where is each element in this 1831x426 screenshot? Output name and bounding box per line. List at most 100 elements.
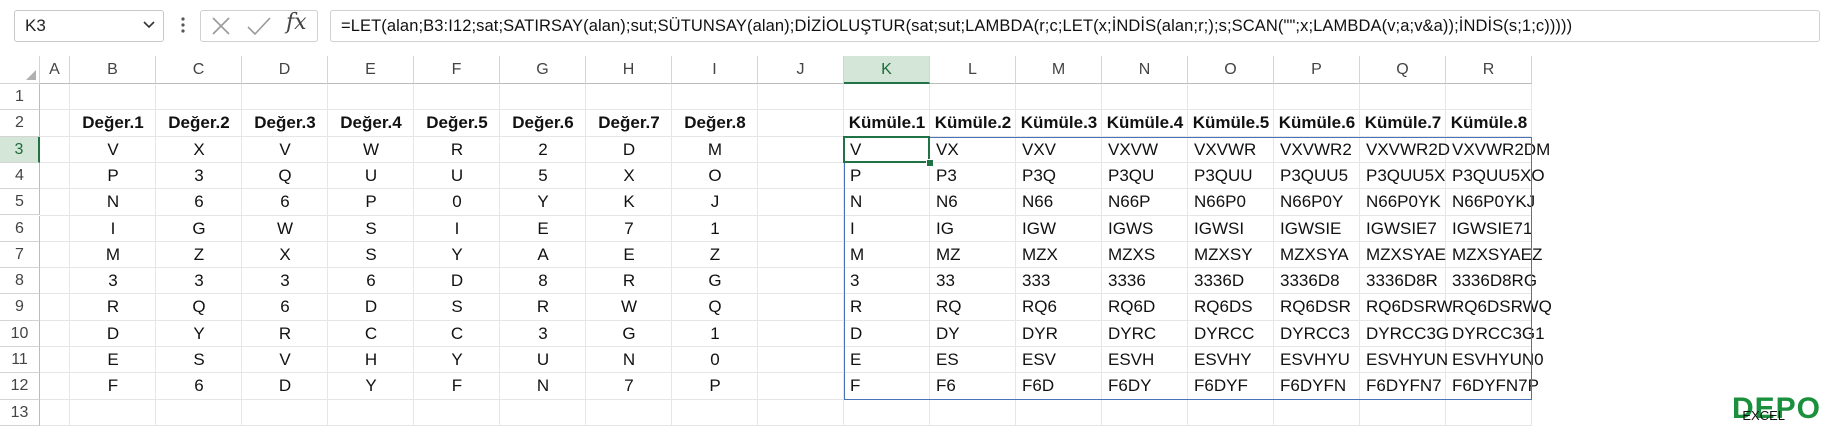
worksheet-grid[interactable]: A B C D E F G H I J K L M N O P Q R 1 2 3 4 5 6 7 8 9 10 11 12 13 Değer… — [0, 56, 1831, 426]
cumulative-cell[interactable]: IGWSI — [1188, 216, 1274, 242]
cumulative-cell[interactable]: M — [844, 242, 930, 268]
cumulative-cell[interactable]: MZXSYA — [1274, 242, 1360, 268]
value-cell[interactable]: R — [242, 321, 328, 347]
value-cell[interactable]: 1 — [672, 216, 758, 242]
cumulative-cell[interactable]: N66P0 — [1188, 189, 1274, 215]
cumulative-cell[interactable]: F6DY — [1102, 373, 1188, 399]
column-header-e[interactable]: E — [328, 56, 414, 84]
cumulative-cell[interactable]: I — [844, 216, 930, 242]
cumulative-cell[interactable]: DYR — [1016, 321, 1102, 347]
value-cell[interactable]: S — [328, 216, 414, 242]
column-header-l[interactable]: L — [930, 56, 1016, 84]
column-header-p[interactable]: P — [1274, 56, 1360, 84]
cumulative-header-cell[interactable]: Kümüle.3 — [1016, 110, 1102, 136]
cumulative-cell[interactable]: N66P0YKJ — [1446, 189, 1535, 215]
name-box[interactable]: K3 — [14, 10, 164, 42]
value-cell[interactable]: P — [328, 189, 414, 215]
column-header-k[interactable]: K — [844, 56, 930, 84]
value-cell[interactable]: R — [500, 294, 586, 320]
row-header-11[interactable]: 11 — [0, 347, 40, 374]
column-header-m[interactable]: M — [1016, 56, 1102, 84]
cumulative-cell[interactable]: P3QUU5XO — [1446, 163, 1545, 189]
column-header-b[interactable]: B — [70, 56, 156, 84]
value-header-cell[interactable]: Değer.7 — [586, 110, 672, 136]
value-cell[interactable]: G — [156, 216, 242, 242]
cumulative-header-cell[interactable]: Kümüle.8 — [1446, 110, 1532, 136]
value-cell[interactable]: W — [586, 294, 672, 320]
value-cell[interactable]: 0 — [672, 347, 758, 373]
value-cell[interactable]: D — [328, 294, 414, 320]
cumulative-cell[interactable]: P3QUU5 — [1274, 163, 1360, 189]
cumulative-cell[interactable]: E — [844, 347, 930, 373]
value-cell[interactable]: 3 — [242, 268, 328, 294]
value-cell[interactable]: Y — [414, 242, 500, 268]
cumulative-cell[interactable]: RQ6DS — [1188, 294, 1274, 320]
cumulative-cell[interactable]: IGW — [1016, 216, 1102, 242]
row-header-13[interactable]: 13 — [0, 399, 40, 426]
cumulative-cell[interactable]: N66P0YK — [1360, 189, 1446, 215]
value-cell[interactable]: 6 — [156, 373, 242, 399]
value-cell[interactable]: S — [328, 242, 414, 268]
cumulative-cell[interactable]: VXVWR2 — [1274, 137, 1360, 163]
value-cell[interactable]: 6 — [156, 189, 242, 215]
column-header-j[interactable]: J — [758, 56, 844, 84]
cumulative-cell[interactable]: P3QUU — [1188, 163, 1274, 189]
cumulative-cell[interactable]: N — [844, 189, 930, 215]
row-header-1[interactable]: 1 — [0, 84, 40, 111]
value-cell[interactable]: D — [414, 268, 500, 294]
value-cell[interactable]: J — [672, 189, 758, 215]
cumulative-cell[interactable]: ESVHY — [1188, 347, 1274, 373]
cumulative-cell[interactable]: N66P0Y — [1274, 189, 1360, 215]
cumulative-cell[interactable]: MZXS — [1102, 242, 1188, 268]
value-cell[interactable]: G — [672, 268, 758, 294]
chevron-down-icon[interactable] — [141, 16, 157, 32]
value-cell[interactable]: E — [586, 242, 672, 268]
value-cell[interactable]: I — [70, 216, 156, 242]
value-cell[interactable]: 2 — [500, 137, 586, 163]
cumulative-cell[interactable]: VX — [930, 137, 1016, 163]
row-header-9[interactable]: 9 — [0, 294, 40, 321]
value-cell[interactable]: C — [328, 321, 414, 347]
cumulative-cell[interactable]: DYRCC3G1 — [1446, 321, 1545, 347]
value-cell[interactable]: 0 — [414, 189, 500, 215]
cumulative-cell[interactable]: P3Q — [1016, 163, 1102, 189]
value-cell[interactable]: Q — [672, 294, 758, 320]
cumulative-cell[interactable]: ESV — [1016, 347, 1102, 373]
column-header-i[interactable]: I — [672, 56, 758, 84]
more-options-icon[interactable] — [180, 14, 186, 36]
cumulative-cell[interactable]: DYRCC3 — [1274, 321, 1360, 347]
value-cell[interactable]: R — [70, 294, 156, 320]
value-cell[interactable]: V — [70, 137, 156, 163]
value-header-cell[interactable]: Değer.8 — [672, 110, 758, 136]
value-cell[interactable]: U — [500, 347, 586, 373]
cumulative-cell[interactable]: ESVHYU — [1274, 347, 1360, 373]
value-cell[interactable]: R — [586, 268, 672, 294]
column-header-o[interactable]: O — [1188, 56, 1274, 84]
cumulative-cell[interactable]: MZXSYAE — [1360, 242, 1446, 268]
cumulative-cell[interactable]: R — [844, 294, 930, 320]
row-header-12[interactable]: 12 — [0, 373, 40, 400]
formula-input[interactable]: =LET(alan;B3:I12;sat;SATIRSAY(alan);sut;… — [330, 10, 1820, 42]
value-cell[interactable]: F — [414, 373, 500, 399]
value-cell[interactable]: 6 — [242, 294, 328, 320]
value-cell[interactable]: 7 — [586, 216, 672, 242]
cumulative-cell[interactable]: N6 — [930, 189, 1016, 215]
row-header-4[interactable]: 4 — [0, 162, 40, 190]
value-cell[interactable]: Y — [328, 373, 414, 399]
cumulative-cell[interactable]: MZXSY — [1188, 242, 1274, 268]
column-header-a[interactable]: A — [40, 56, 70, 84]
cumulative-cell[interactable]: P3QUU5X — [1360, 163, 1446, 189]
cumulative-cell[interactable]: 3336D — [1188, 268, 1274, 294]
cumulative-cell[interactable]: 3 — [844, 268, 930, 294]
value-cell[interactable]: K — [586, 189, 672, 215]
cumulative-cell[interactable]: MZ — [930, 242, 1016, 268]
row-header-8[interactable]: 8 — [0, 268, 40, 295]
value-cell[interactable]: D — [586, 137, 672, 163]
cumulative-cell[interactable]: F6DYFN7 — [1360, 373, 1446, 399]
cumulative-cell[interactable]: V — [844, 137, 930, 163]
cumulative-cell[interactable]: ESVHYUN — [1360, 347, 1448, 373]
cumulative-cell[interactable]: RQ6DSR — [1274, 294, 1360, 320]
value-cell[interactable]: Z — [672, 242, 758, 268]
value-cell[interactable]: 6 — [242, 189, 328, 215]
value-cell[interactable]: N — [586, 347, 672, 373]
